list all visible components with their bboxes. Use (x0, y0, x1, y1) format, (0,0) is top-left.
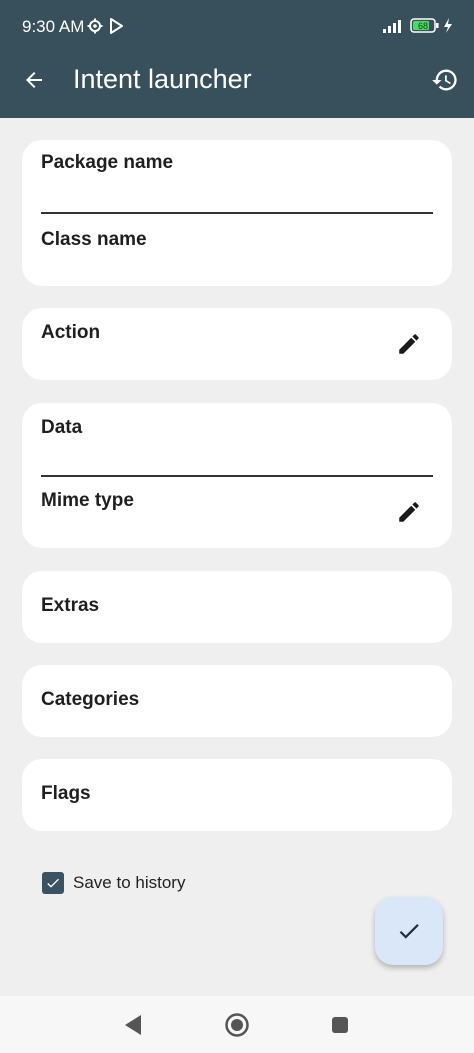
signal-icon (383, 19, 405, 38)
system-nav-bar (0, 996, 474, 1053)
status-time: 9:30 AM (22, 17, 85, 36)
check-icon (47, 878, 59, 888)
page-title: Intent launcher (73, 64, 252, 94)
status-bar: 9:30 AM 68 (0, 0, 474, 52)
divider (41, 475, 433, 477)
class-name-field[interactable]: Class name (41, 229, 147, 251)
flags-card[interactable]: Flags (22, 759, 452, 831)
edit-action-button[interactable] (394, 329, 424, 359)
flags-label: Flags (41, 783, 91, 804)
nav-back-icon (125, 1015, 141, 1035)
launch-fab[interactable] (375, 897, 443, 965)
data-field[interactable]: Data (41, 417, 82, 439)
extras-label: Extras (41, 595, 100, 616)
arrow-left-icon (26, 72, 42, 88)
nav-recents-icon (332, 1017, 348, 1033)
save-to-history-row[interactable]: Save to history (42, 871, 185, 895)
package-name-field[interactable]: Package name (41, 152, 173, 174)
divider (41, 212, 433, 214)
mime-type-field[interactable]: Mime type (41, 490, 134, 512)
charging-bolt-icon (443, 18, 453, 38)
app-bar: 9:30 AM 68 Intent launcher (0, 0, 474, 118)
back-button[interactable] (18, 64, 50, 96)
extras-card[interactable]: Extras (22, 571, 452, 643)
history-icon (432, 69, 457, 91)
data-card: Data Mime type (22, 403, 452, 548)
component-card: Package name Class name (22, 140, 452, 286)
battery-icon: 68 (410, 18, 440, 38)
nav-back-button[interactable] (118, 1010, 148, 1040)
pencil-icon (399, 502, 419, 522)
action-card: Action (22, 308, 452, 380)
check-icon (399, 924, 419, 939)
history-button[interactable] (428, 63, 462, 97)
battery-level: 68 (418, 21, 428, 31)
play-store-icon (109, 18, 124, 39)
nav-home-button[interactable] (222, 1010, 252, 1040)
pencil-icon (399, 334, 419, 354)
categories-card[interactable]: Categories (22, 665, 452, 737)
save-to-history-label: Save to history (73, 873, 186, 892)
nav-home-icon (225, 1013, 249, 1037)
edit-mime-type-button[interactable] (394, 497, 424, 527)
action-field[interactable]: Action (41, 322, 100, 344)
nav-recents-button[interactable] (325, 1010, 355, 1040)
settings-gear-icon (87, 18, 103, 39)
save-to-history-checkbox[interactable] (42, 872, 64, 894)
categories-label: Categories (41, 689, 140, 710)
